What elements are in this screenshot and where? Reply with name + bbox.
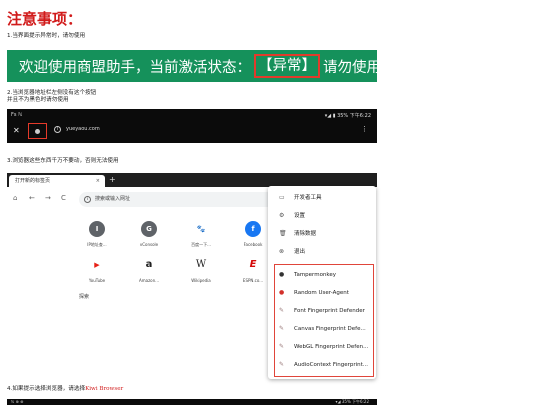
shortcut-label: ESPN.co... [242, 278, 264, 283]
phone-status-left: Fs ℕ [11, 112, 23, 118]
kiwi-browser-highlight: Kiwi Browser [85, 386, 124, 392]
note-2b: 并且不为黑色时请勿使用 [7, 97, 69, 103]
note-4-text: 4.如果提示选择浏览器，请选择 [7, 386, 86, 392]
shortcut-label: Amazon... [139, 278, 159, 283]
phone-status-right: ▾◢ ▮ 35% 下午6:22 [324, 113, 371, 119]
note-1: 1.当界面提示异常时，请勿使用 [7, 33, 86, 39]
info-icon[interactable]: i [54, 126, 61, 133]
menu-item-label: 开发者工具 [294, 195, 322, 201]
shortcut-tile[interactable]: G vConsole [129, 221, 169, 247]
note-4: 4.如果提示选择浏览器，请选择Kiwi Browser [7, 386, 123, 393]
menu-item-clear-data[interactable]: 🗑 清除数据 [268, 225, 376, 243]
devtools-icon: ▭ [279, 194, 285, 201]
site-icon [35, 128, 40, 134]
shortcut-ip-icon: I [89, 221, 105, 237]
omnibox-placeholder: 搜索或输入网址 [95, 196, 131, 202]
wikipedia-icon: W [193, 257, 209, 273]
menu-item-devtools[interactable]: ▭ 开发者工具 [268, 189, 376, 207]
shortcut-label: Facebook [243, 242, 263, 247]
shortcut-tile[interactable]: ▶ YouTube [77, 257, 117, 283]
forward-icon[interactable]: → [45, 194, 51, 202]
phone-status-bar-partial: ℕ ⊕ ⊕ ▾◢ 35% 下午6:22 [7, 399, 377, 405]
omnibox[interactable]: i 搜索或输入网址 [79, 192, 275, 207]
back-icon[interactable]: ← [29, 194, 35, 202]
new-tab-button[interactable]: + [109, 175, 116, 185]
shortcut-label: YouTube [88, 278, 106, 283]
tab-close-icon[interactable]: × [96, 175, 100, 187]
note-2a: 2.当浏览器地址栏左侧没有这个按钮 [7, 90, 97, 96]
menu-item-label: 清除数据 [294, 231, 317, 237]
espn-icon: E [245, 257, 261, 273]
menu-item-exit[interactable]: ⊗ 退出 [268, 243, 376, 261]
bottom-status-right: ▾◢ 35% 下午6:22 [335, 399, 370, 404]
tab-strip: 打开新的标签页 × + [7, 173, 377, 187]
tab-new-tab-page[interactable]: 打开新的标签页 × [9, 175, 105, 187]
note-3: 3.浏览器这些东西千万不要动，否则无法使用 [7, 158, 119, 164]
discover-label: 探索 [79, 294, 90, 300]
omnibox-info-icon: i [84, 196, 91, 203]
shortcut-label: vConsole [139, 242, 159, 247]
exit-icon: ⊗ [279, 248, 285, 255]
shortcut-tile[interactable]: W Wikipedia [181, 257, 221, 283]
page-title: 注意事项： [7, 10, 83, 28]
close-icon[interactable]: ✕ [13, 126, 20, 135]
shortcut-label: Wikipedia [191, 278, 211, 283]
shortcut-label: IP地址查... [87, 242, 107, 247]
baidu-paw-icon: 🐾 [193, 221, 209, 237]
menu-item-label: 退出 [294, 249, 306, 255]
banner-text-post: 请勿使用 [323, 59, 381, 76]
extensions-highlight-box [274, 264, 374, 377]
amazon-icon: a [141, 257, 157, 273]
banner-text-pre: 欢迎使用商盟助手，当前激活状态： [19, 59, 251, 76]
home-icon[interactable]: ⌂ [13, 194, 17, 202]
shortcut-vconsole-icon: G [141, 221, 157, 237]
youtube-icon: ▶ [89, 257, 105, 273]
more-menu-icon[interactable]: ⋮ [361, 125, 368, 133]
trash-icon: 🗑 [279, 230, 287, 237]
shortcut-tile[interactable]: a Amazon... [129, 257, 169, 283]
shortcut-tile[interactable]: 🐾 百度一下... [181, 221, 221, 248]
tab-title: 打开新的标签页 [15, 178, 51, 184]
gear-icon: ⚙ [279, 212, 285, 219]
bottom-status-left: ℕ ⊕ ⊕ [11, 399, 24, 404]
shortcut-tile[interactable]: E ESPN.co... [233, 257, 273, 283]
phone-url-bar-screenshot: Fs ℕ ▾◢ ▮ 35% 下午6:22 ✕ i yueyaou.com ⋮ [7, 109, 377, 143]
shortcut-tile[interactable]: f Facebook [233, 221, 273, 247]
reload-icon[interactable]: C [61, 194, 66, 202]
activation-status-banner: 欢迎使用商盟助手，当前激活状态： 【异常】 请勿使用 [7, 50, 381, 82]
highlighted-site-button[interactable] [28, 123, 47, 139]
banner-status-abnormal: 【异常】 [254, 54, 320, 78]
menu-item-label: 设置 [294, 213, 306, 219]
menu-item-settings[interactable]: ⚙ 设置 [268, 207, 376, 225]
facebook-icon: f [245, 221, 261, 237]
shortcut-label: 百度一下... [191, 242, 211, 247]
shortcut-tile[interactable]: I IP地址查... [77, 221, 117, 248]
url-text[interactable]: yueyaou.com [66, 126, 100, 132]
